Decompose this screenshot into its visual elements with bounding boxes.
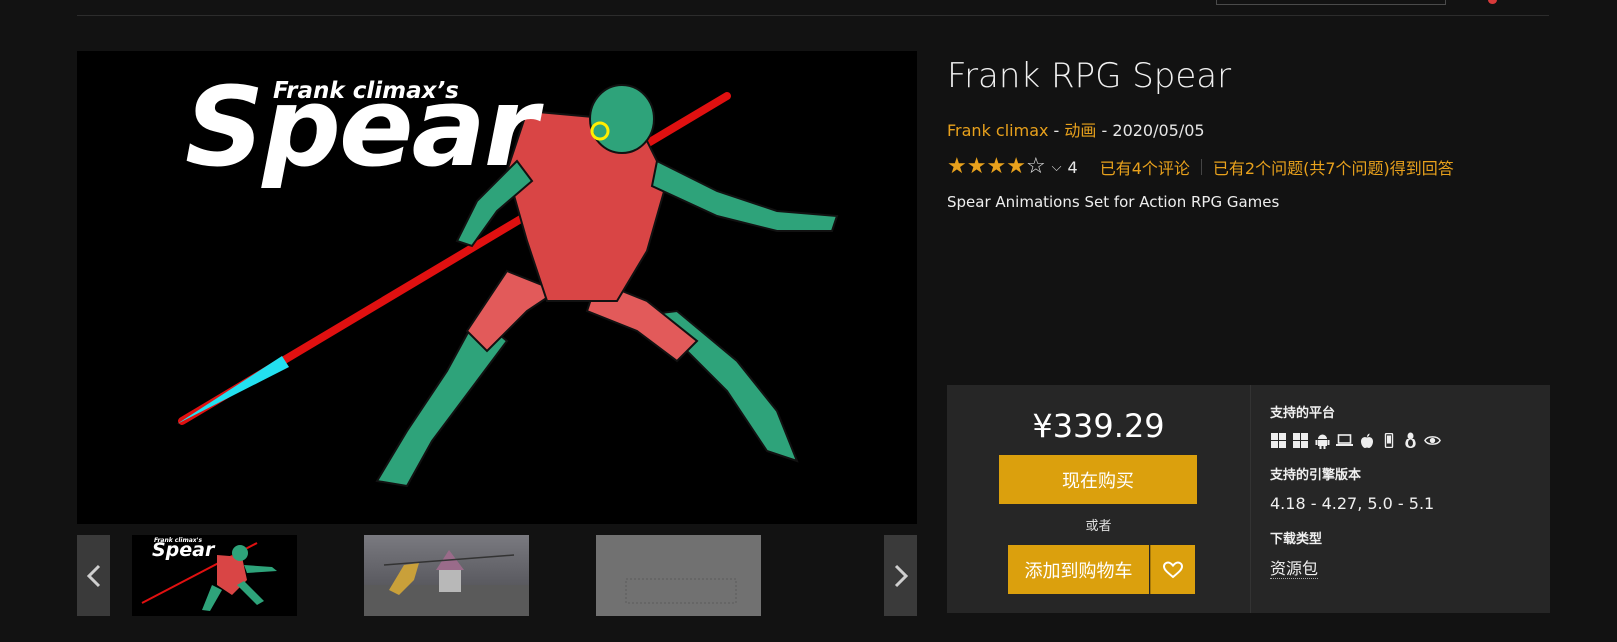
platform-icons [1270, 432, 1441, 449]
author-link[interactable]: Frank climax [947, 121, 1048, 140]
thumbnail-3[interactable] [596, 535, 761, 616]
star-filled-icon: ★ [947, 154, 967, 179]
rating-row: ★ ★ ★ ★ ☆ ⌵ 4 已有4个评论 已有2个问题(共7个问题)得到回答 [947, 155, 1454, 179]
product-title: Frank RPG Spear [947, 56, 1232, 96]
top-divider [77, 15, 1549, 16]
header-search-input[interactable] [1216, 0, 1446, 5]
price: ¥339.29 [1032, 407, 1165, 445]
rating-separator [1200, 159, 1202, 175]
or-label: 或者 [1085, 519, 1112, 534]
category-link[interactable]: 动画 [1064, 121, 1096, 140]
thumbnail-1[interactable]: Frank climax's Spear [132, 535, 297, 616]
wishlist-button[interactable] [1151, 545, 1195, 594]
reviews-link[interactable]: 已有4个评论 [1100, 155, 1190, 179]
product-meta: Frank climax - 动画 - 2020/05/05 [947, 117, 1205, 141]
laptop-icon [1336, 432, 1353, 449]
notification-badge[interactable] [1488, 0, 1497, 4]
purchase-section: ¥339.29 现在购买 或者 添加到购物车 [947, 385, 1250, 613]
thumbnail-3-image [596, 535, 761, 616]
release-date: 2020/05/05 [1112, 121, 1205, 140]
hero-image: Frank climax’s Spear [77, 51, 917, 524]
panel-divider [1250, 385, 1251, 613]
carousel-next-button[interactable] [884, 535, 917, 616]
product-description: Spear Animations Set for Action RPG Game… [947, 193, 1280, 211]
windows-icon [1292, 432, 1309, 449]
thumbnail-2-image [364, 550, 529, 616]
buy-now-button[interactable]: 现在购买 [999, 455, 1197, 504]
star-filled-icon: ★ [966, 154, 987, 179]
star-filled-icon: ★ [1006, 154, 1026, 179]
engine-label: 支持的引擎版本 [1270, 468, 1362, 483]
star-filled-icon: ★ [986, 154, 1007, 179]
meta-separator: - [1048, 121, 1065, 140]
thumbnail-1-title: Spear [152, 539, 215, 561]
chevron-down-icon[interactable]: ⌵ [1052, 160, 1062, 175]
carousel-prev-button[interactable] [77, 535, 110, 616]
linux-icon [1402, 432, 1419, 449]
chevron-left-icon [86, 564, 100, 587]
star-rating[interactable]: ★ ★ ★ ★ ☆ [947, 156, 1046, 178]
chevron-right-icon [894, 564, 908, 587]
details-section: 支持的平台 支持的引擎版本 4.18 - 4.27, 5.0 - 5.1 下载类… [1270, 385, 1540, 613]
rating-count: 4 [1067, 157, 1078, 177]
heart-icon [1163, 560, 1183, 578]
add-to-cart-button[interactable]: 添加到购物车 [1008, 545, 1149, 594]
apple-icon [1358, 432, 1375, 449]
meta-separator: - [1096, 121, 1113, 140]
platforms-label: 支持的平台 [1270, 406, 1336, 421]
android-icon [1314, 432, 1331, 449]
eye-icon [1424, 432, 1441, 449]
thumbnail-2[interactable] [364, 535, 529, 616]
windows-icon [1270, 432, 1287, 449]
download-type-label: 下载类型 [1270, 532, 1323, 547]
star-empty-icon: ☆ [1025, 154, 1046, 179]
download-type-value[interactable]: 资源包 [1270, 559, 1319, 579]
purchase-panel: ¥339.29 现在购买 或者 添加到购物车 支持的平台 支持的引擎版本 4.1… [947, 385, 1550, 613]
phone-icon [1380, 432, 1397, 449]
hero-title: Spear [185, 63, 538, 191]
engine-versions: 4.18 - 4.27, 5.0 - 5.1 [1270, 494, 1435, 513]
questions-link[interactable]: 已有2个问题(共7个问题)得到回答 [1213, 155, 1454, 179]
